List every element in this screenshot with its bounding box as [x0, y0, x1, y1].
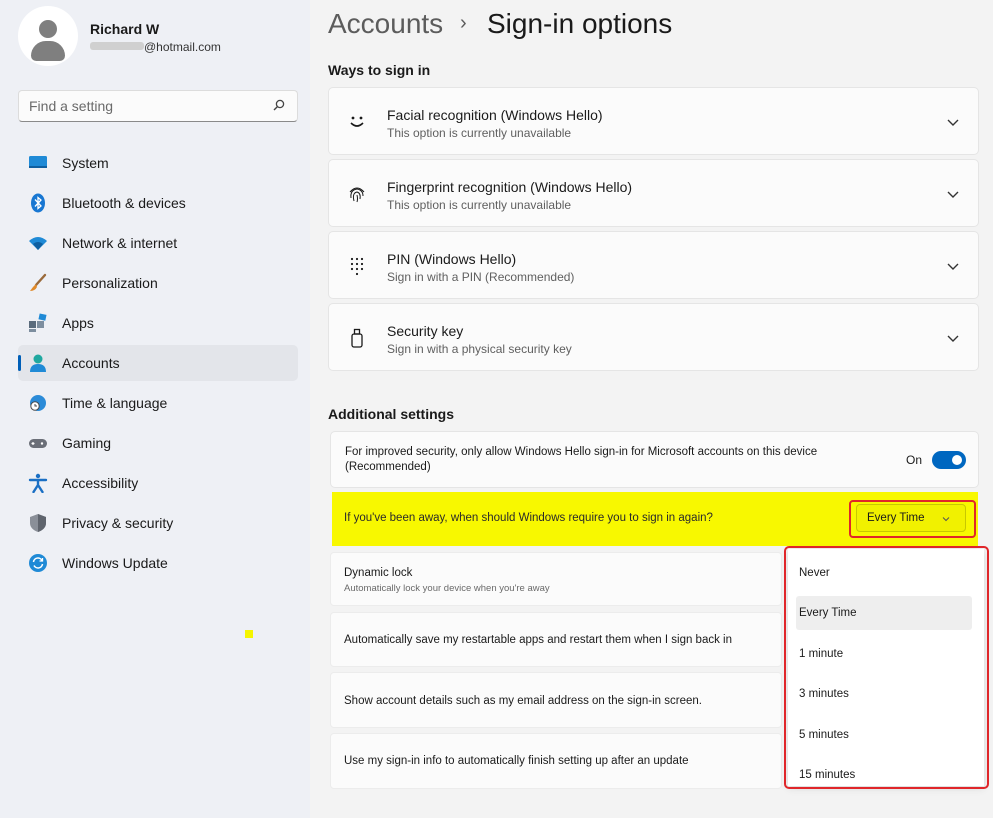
person-icon — [30, 354, 46, 372]
accessibility-icon — [28, 473, 48, 493]
toggle-knob — [952, 455, 962, 465]
globe-clock-icon — [30, 395, 46, 411]
hello-only-row: For improved security, only allow Window… — [330, 431, 979, 488]
signin-info-row[interactable]: Use my sign-in info to automatically fin… — [330, 733, 782, 789]
card-subtitle: Sign in with a physical security key — [387, 342, 572, 356]
chevron-down-icon[interactable] — [946, 115, 960, 129]
breadcrumb-parent[interactable]: Accounts — [328, 8, 443, 40]
sidebar-item-label: Accessibility — [62, 475, 139, 491]
hello-only-text: For improved security, only allow Window… — [345, 446, 818, 458]
user-email: @hotmail.com — [144, 40, 221, 54]
toggle-state-label: On — [906, 453, 923, 467]
card-facial-recognition[interactable]: Facial recognition (Windows Hello) This … — [328, 87, 979, 155]
wifi-icon — [29, 237, 47, 250]
avatar-head — [39, 20, 57, 38]
dynamic-lock-title: Dynamic lock — [344, 567, 413, 579]
search-icon[interactable] — [273, 99, 285, 111]
card-security-key[interactable]: Security key Sign in with a physical sec… — [328, 303, 979, 371]
email-redaction — [90, 42, 144, 50]
section-ways-title: Ways to sign in — [328, 62, 431, 78]
chevron-down-icon[interactable] — [946, 187, 960, 201]
card-subtitle: This option is currently unavailable — [387, 126, 572, 140]
fingerprint-icon — [349, 187, 365, 203]
brush-icon — [30, 273, 47, 291]
dynamic-lock-row[interactable]: Dynamic lock Automatically lock your dev… — [330, 552, 782, 606]
sidebar-item-label: Apps — [62, 315, 94, 331]
user-name: Richard W — [90, 21, 160, 37]
display-icon — [29, 156, 47, 168]
sidebar-item-accessibility[interactable]: Accessibility — [18, 465, 298, 501]
sidebar-item-windows-update[interactable]: Windows Update — [18, 545, 298, 581]
restart-apps-row[interactable]: Automatically save my restartable apps a… — [330, 612, 782, 667]
card-pin[interactable]: PIN (Windows Hello) Sign in with a PIN (… — [328, 231, 979, 299]
hello-only-toggle[interactable] — [932, 451, 966, 469]
sidebar-item-accounts[interactable]: Accounts — [18, 345, 298, 381]
apps-icon — [29, 313, 47, 332]
bluetooth-icon — [31, 193, 45, 213]
smile-icon — [350, 116, 364, 127]
keypad-icon — [350, 257, 364, 276]
chevron-down-icon[interactable] — [946, 331, 960, 345]
card-subtitle: This option is currently unavailable — [387, 198, 572, 212]
sidebar-item-bluetooth[interactable]: Bluetooth & devices — [18, 185, 298, 221]
sidebar-item-privacy[interactable]: Privacy & security — [18, 505, 298, 541]
card-title: Fingerprint recognition (Windows Hello) — [387, 179, 633, 195]
refresh-icon — [29, 554, 47, 572]
active-indicator — [18, 355, 21, 371]
search-input[interactable] — [19, 91, 259, 121]
sidebar-item-system[interactable]: System — [18, 145, 298, 181]
account-details-text: Show account details such as my email ad… — [344, 695, 702, 707]
sidebar-item-apps[interactable]: Apps — [18, 305, 298, 341]
gamepad-icon — [29, 439, 47, 448]
sidebar-item-label: Network & internet — [62, 235, 178, 251]
card-title: PIN (Windows Hello) — [387, 251, 517, 267]
signin-info-text: Use my sign-in info to automatically fin… — [344, 755, 689, 767]
shield-icon — [30, 514, 46, 532]
annotation-box-dropdown — [849, 500, 976, 538]
sidebar-item-label: Personalization — [62, 275, 158, 291]
account-details-row[interactable]: Show account details such as my email ad… — [330, 672, 782, 728]
card-title: Facial recognition (Windows Hello) — [387, 107, 603, 123]
card-title: Security key — [387, 323, 464, 339]
restart-apps-text: Automatically save my restartable apps a… — [344, 634, 732, 646]
page-title: Sign-in options — [487, 8, 673, 39]
breadcrumb-separator: › — [460, 12, 467, 34]
avatar[interactable] — [18, 6, 78, 66]
sidebar: Richard W @hotmail.com System Bluetooth … — [0, 0, 310, 818]
sidebar-item-personalization[interactable]: Personalization — [18, 265, 298, 301]
sidebar-item-gaming[interactable]: Gaming — [18, 425, 298, 461]
avatar-body — [31, 41, 65, 61]
usb-key-icon — [351, 328, 363, 348]
highlight-marker — [245, 630, 253, 638]
sidebar-item-label: System — [62, 155, 109, 171]
sidebar-item-label: Privacy & security — [62, 515, 174, 531]
sidebar-item-label: Accounts — [62, 355, 120, 371]
sidebar-item-label: Windows Update — [62, 555, 168, 571]
sidebar-item-label: Gaming — [62, 435, 112, 451]
away-question: If you've been away, when should Windows… — [344, 512, 713, 524]
sidebar-item-label: Bluetooth & devices — [62, 195, 186, 211]
dynamic-lock-subtitle: Automatically lock your device when you'… — [344, 583, 550, 594]
search-box[interactable] — [18, 90, 298, 122]
card-fingerprint[interactable]: Fingerprint recognition (Windows Hello) … — [328, 159, 979, 227]
section-additional-title: Additional settings — [328, 406, 454, 422]
sidebar-item-time-language[interactable]: Time & language — [18, 385, 298, 421]
hello-only-text-recommended: (Recommended) — [345, 461, 431, 473]
chevron-down-icon[interactable] — [946, 259, 960, 273]
sidebar-item-label: Time & language — [62, 395, 168, 411]
card-subtitle: Sign in with a PIN (Recommended) — [387, 270, 575, 284]
annotation-box-menu — [784, 546, 989, 789]
sidebar-item-network[interactable]: Network & internet — [18, 225, 298, 261]
